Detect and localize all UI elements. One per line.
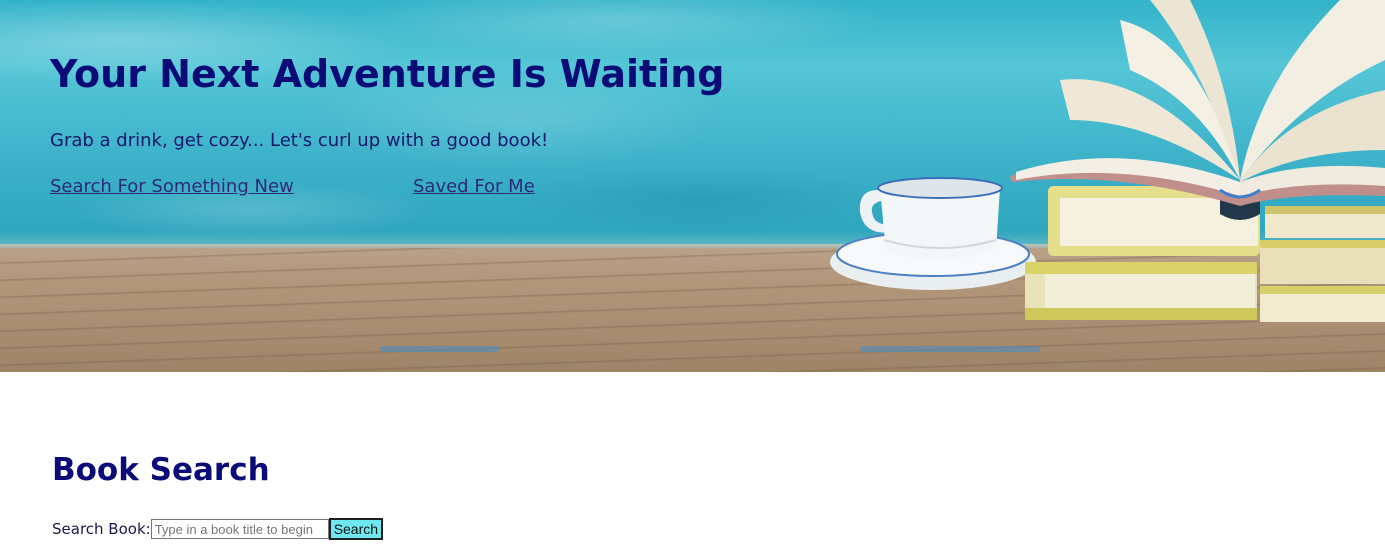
book-search-heading: Book Search (52, 452, 270, 488)
nav-link-search[interactable]: Search For Something New (50, 176, 294, 197)
book-search-form: Search Book: Search (52, 518, 384, 540)
search-book-label: Search Book: (52, 520, 151, 538)
hero-table-streak (380, 346, 500, 352)
hero-title: Your Next Adventure Is Waiting (50, 52, 725, 96)
hero-tagline: Grab a drink, get cozy... Let's curl up … (50, 130, 549, 151)
hero-books-and-cup-illustration (830, 0, 1385, 322)
hero-banner: Your Next Adventure Is Waiting Grab a dr… (0, 0, 1385, 372)
nav-link-saved[interactable]: Saved For Me (413, 176, 535, 197)
book-title-input[interactable] (150, 519, 329, 539)
search-button[interactable]: Search (328, 518, 384, 540)
